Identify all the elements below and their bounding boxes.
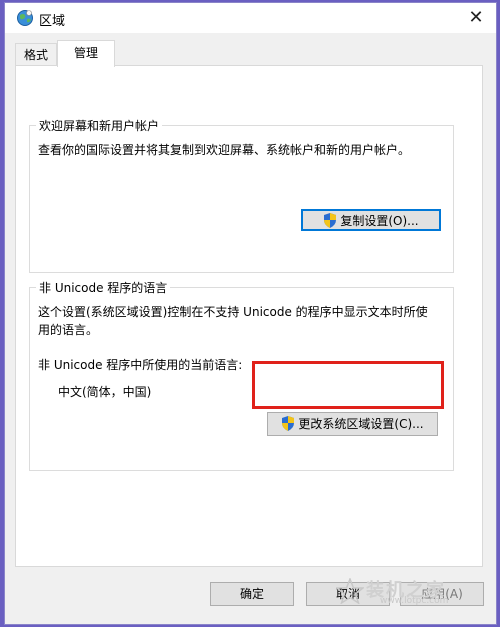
title-bar: 区域 ✕ bbox=[5, 3, 496, 33]
copy-settings-button[interactable]: 复制设置(O)... bbox=[301, 209, 441, 231]
close-button[interactable]: ✕ bbox=[464, 6, 488, 30]
current-language-value: 中文(简体，中国) bbox=[58, 385, 152, 399]
uac-shield-icon bbox=[282, 416, 295, 431]
welcome-description: 查看你的国际设置并将其复制到欢迎屏幕、系统帐户和新的用户帐户。 bbox=[38, 143, 411, 157]
globe-icon bbox=[17, 10, 33, 26]
change-system-locale-button[interactable]: 更改系统区域设置(C)... bbox=[267, 412, 438, 436]
welcome-group-title: 欢迎屏幕和新用户帐户 bbox=[36, 117, 163, 134]
welcome-group: 欢迎屏幕和新用户帐户 查看你的国际设置并将其复制到欢迎屏幕、系统帐户和新的用户帐… bbox=[29, 117, 454, 273]
copy-settings-label: 复制设置(O)... bbox=[340, 214, 419, 228]
tab-panel-administrative: 欢迎屏幕和新用户帐户 查看你的国际设置并将其复制到欢迎屏幕、系统帐户和新的用户帐… bbox=[15, 65, 483, 567]
ok-button[interactable]: 确定 bbox=[210, 582, 294, 606]
region-dialog: 区域 ✕ 格式 管理 欢迎屏幕和新用户帐户 查看你的国际设置并将其复制到欢迎屏幕… bbox=[4, 2, 497, 625]
window-title: 区域 bbox=[39, 14, 66, 29]
current-language-label: 非 Unicode 程序中所使用的当前语言: bbox=[38, 358, 243, 372]
uac-shield-icon bbox=[324, 213, 337, 228]
watermark-url: www.lotpc.com bbox=[380, 596, 449, 606]
unicode-description-line2: 用的语言。 bbox=[38, 323, 99, 337]
unicode-group-title: 非 Unicode 程序的语言 bbox=[36, 279, 171, 296]
tab-container: 格式 管理 欢迎屏幕和新用户帐户 查看你的国际设置并将其复制到欢迎屏幕、系统帐户… bbox=[5, 33, 496, 624]
tab-format[interactable]: 格式 bbox=[15, 43, 57, 66]
unicode-description-line1: 这个设置(系统区域设置)控制在不支持 Unicode 的程序中显示文本时所使 bbox=[38, 305, 428, 319]
tab-administrative[interactable]: 管理 bbox=[57, 40, 115, 67]
red-highlight-box bbox=[252, 361, 444, 409]
watermark-star-icon bbox=[336, 578, 364, 604]
change-system-locale-label: 更改系统区域设置(C)... bbox=[298, 417, 424, 431]
